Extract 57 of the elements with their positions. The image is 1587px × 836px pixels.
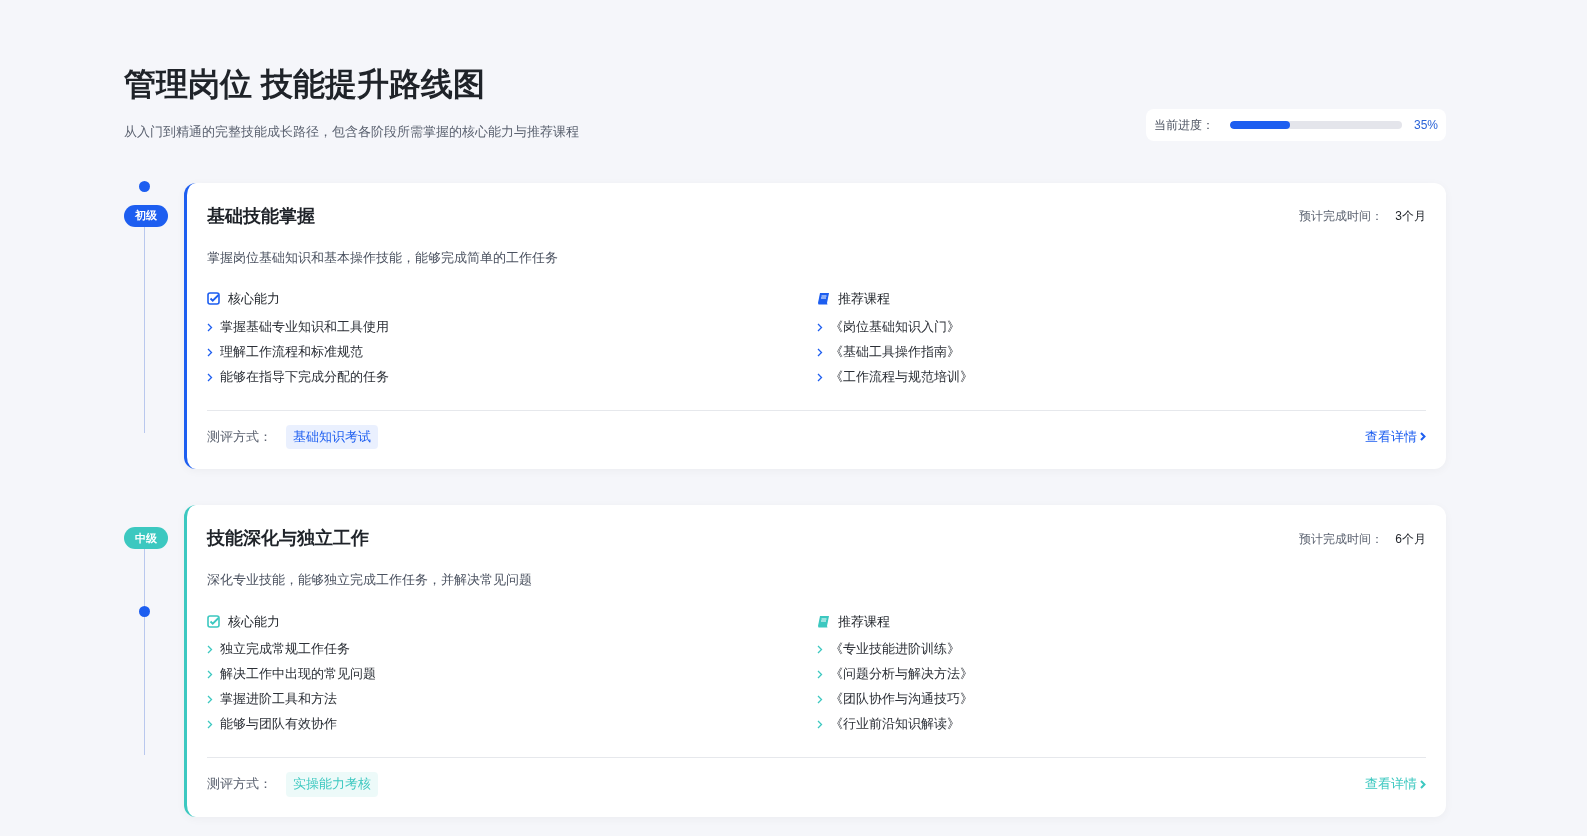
course-item: 《岗位基础知识入门》: [829, 318, 960, 336]
duration-label: 预计完成时间：: [1299, 208, 1384, 225]
chevron-icon: [816, 372, 823, 382]
skill-item: 掌握进阶工具和方法: [220, 691, 337, 709]
assessment-tag: 实操能力考核: [286, 772, 378, 797]
page-title: 管理岗位 技能提升路线图: [124, 65, 486, 104]
duration-value: 3个月: [1395, 208, 1426, 225]
chevron-icon: [816, 720, 823, 730]
skill-item: 解决工作中出现的常见问题: [220, 666, 376, 684]
assessment-label: 测评方式：: [207, 776, 272, 794]
section-heading: 推荐课程: [837, 612, 890, 631]
checkbox-icon: [207, 615, 220, 628]
assessment-label: 测评方式：: [207, 428, 272, 446]
progress-value: 35%: [1413, 116, 1438, 134]
skill-item: 独立完成常规工作任务: [220, 641, 350, 659]
chevron-icon: [816, 645, 823, 655]
chevron-icon: [207, 372, 213, 382]
checkbox-icon: [207, 292, 220, 306]
level-badge: 初级: [124, 204, 168, 227]
course-item: 《团队协作与沟通技巧》: [829, 691, 973, 709]
section-heading: 推荐课程: [837, 290, 890, 308]
duration-label: 预计完成时间：: [1299, 530, 1384, 548]
skill-item: 能够与团队有效协作: [220, 716, 337, 734]
skill-item: 理解工作流程和标准规范: [220, 343, 363, 361]
course-item: 《工作流程与规范培训》: [829, 368, 973, 386]
section-heading: 核心能力: [228, 612, 280, 631]
duration-value: 6个月: [1395, 530, 1426, 548]
skill-item: 能够在指导下完成分配的任务: [220, 368, 389, 386]
book-icon: [816, 615, 830, 628]
skill-item: 掌握基础专业知识和工具使用: [220, 318, 389, 336]
chevron-icon: [816, 695, 823, 705]
chevron-icon: [207, 645, 213, 655]
chevron-icon: [816, 670, 823, 680]
stage-title: 技能深化与独立工作: [207, 527, 369, 551]
chevron-icon: [207, 670, 213, 680]
stage-title: 基础技能掌握: [207, 204, 315, 228]
chevron-icon: [816, 347, 823, 357]
level-badge: 中级: [124, 527, 168, 550]
assessment-tag: 基础知识考试: [286, 424, 378, 450]
progress-label: 当前进度：: [1153, 116, 1214, 134]
page-subtitle: 从入门到精通的完整技能成长路径，包含各阶段所需掌握的核心能力与推荐课程: [124, 123, 579, 141]
book-icon: [816, 292, 830, 306]
chevron-icon: [816, 322, 823, 332]
chevron-icon: [1420, 432, 1426, 442]
section-heading: 核心能力: [228, 290, 280, 308]
chevron-icon: [207, 322, 213, 332]
course-item: 《专业技能进阶训练》: [829, 641, 960, 659]
course-item: 《行业前沿知识解读》: [829, 716, 960, 734]
stage-description: 深化专业技能，能够独立完成工作任务，并解决常见问题: [207, 571, 533, 590]
chevron-icon: [207, 347, 213, 357]
stage-description: 掌握岗位基础知识和基本操作技能，能够完成简单的工作任务: [207, 248, 559, 267]
course-item: 《基础工具操作指南》: [829, 343, 960, 361]
course-item: 《问题分析与解决方法》: [829, 666, 973, 684]
chevron-icon: [207, 695, 213, 705]
chevron-icon: [1420, 780, 1426, 790]
details-link[interactable]: 查看详情: [1365, 427, 1426, 447]
chevron-icon: [207, 720, 213, 730]
